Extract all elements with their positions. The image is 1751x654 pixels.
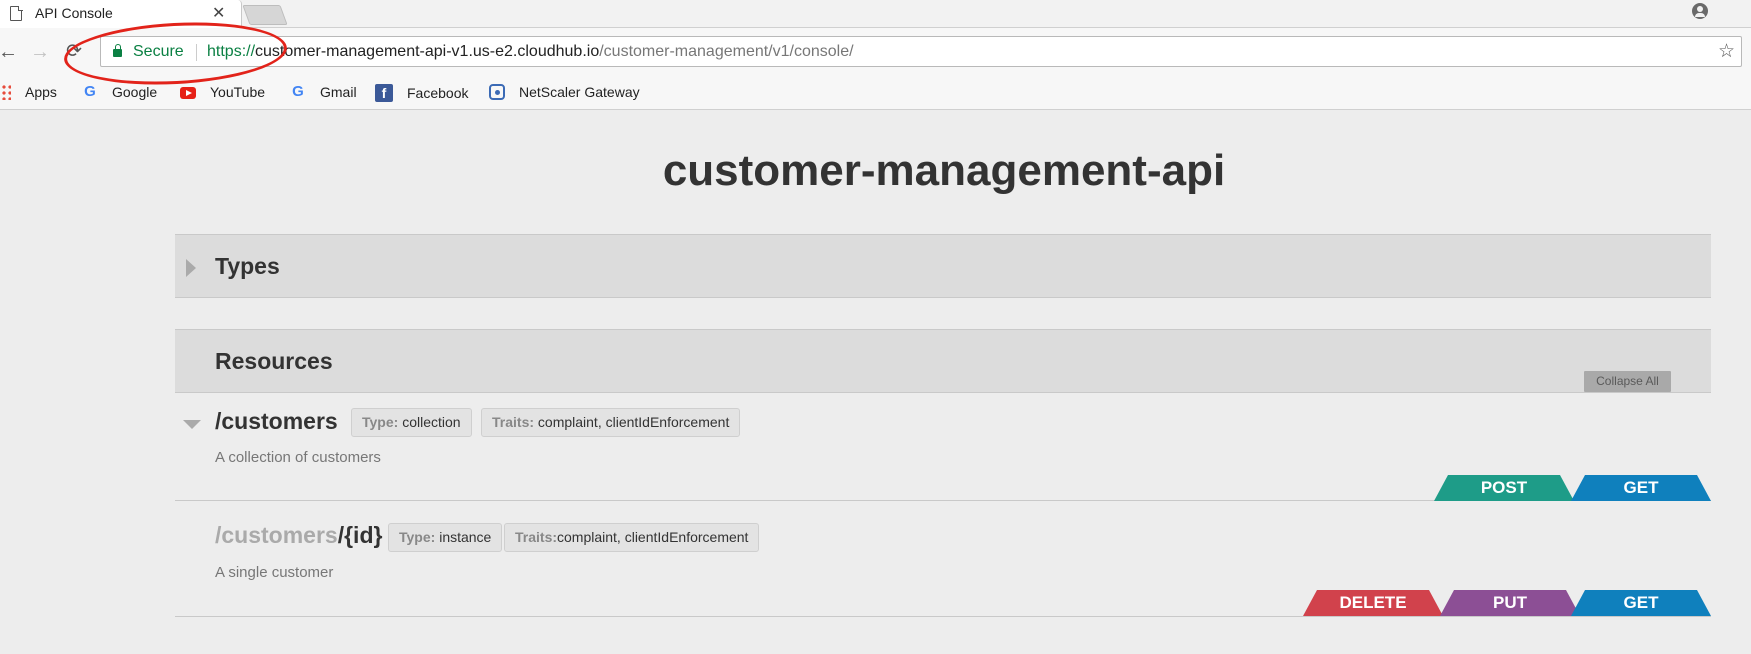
- bookmarks-bar: Apps G Google YouTube G Gmail f Facebook…: [0, 80, 1751, 110]
- document-icon: [10, 5, 23, 21]
- collapse-triangle-icon[interactable]: [183, 420, 201, 429]
- bookmark-google[interactable]: G Google: [82, 83, 158, 101]
- expand-triangle-icon[interactable]: [186, 259, 196, 277]
- method-delete-button[interactable]: DELETE: [1303, 590, 1443, 616]
- close-tab-icon[interactable]: ✕: [212, 3, 225, 23]
- google-icon: G: [292, 83, 304, 100]
- url-host: customer-management-api-v1.us-e2.cloudhu…: [255, 43, 600, 60]
- facebook-icon: f: [375, 84, 393, 102]
- bookmark-youtube[interactable]: YouTube: [180, 84, 265, 100]
- traits-key: Traits:: [515, 529, 558, 545]
- method-get-button[interactable]: GET: [1571, 475, 1711, 501]
- back-arrow-icon[interactable]: ←: [0, 42, 18, 62]
- resource-description: A collection of customers: [215, 449, 381, 466]
- path-segment: /{id}: [337, 522, 383, 548]
- resource-customer-id: /customers/{id} Type: instance Traits:co…: [175, 502, 1711, 617]
- traits-value: complaint, clientIdEnforcement: [557, 529, 749, 545]
- apps-grid-icon: [0, 84, 11, 100]
- method-post-button[interactable]: POST: [1434, 475, 1574, 501]
- traits-key: Traits:: [492, 414, 535, 430]
- youtube-icon: [180, 87, 196, 99]
- type-key: Type:: [362, 414, 399, 430]
- bookmark-label: NetScaler Gateway: [519, 84, 640, 100]
- bookmark-label: YouTube: [210, 84, 266, 100]
- type-badge: Type: collection: [351, 408, 472, 437]
- address-divider: [196, 44, 197, 61]
- tab-title: API Console: [35, 5, 113, 21]
- profile-icon[interactable]: [1692, 3, 1708, 19]
- type-badge: Type: instance: [388, 523, 503, 552]
- path-segment: /customers: [215, 408, 338, 434]
- bookmark-label: Facebook: [407, 85, 469, 101]
- traits-value: complaint, clientIdEnforcement: [537, 414, 730, 430]
- resource-description: A single customer: [215, 564, 334, 581]
- bookmark-star-icon[interactable]: ☆: [1718, 40, 1735, 63]
- bookmark-gmail[interactable]: G Gmail: [290, 83, 357, 101]
- resource-path[interactable]: /customers: [215, 408, 338, 435]
- resources-heading: Resources: [215, 348, 333, 374]
- tab-strip: API Console ✕: [0, 0, 1751, 28]
- resource-path[interactable]: /customers/{id}: [215, 522, 382, 549]
- google-icon: G: [84, 83, 96, 100]
- bookmark-netscaler[interactable]: NetScaler Gateway: [489, 84, 640, 100]
- page-title: customer-management-api: [662, 146, 1226, 195]
- type-value: instance: [439, 529, 492, 545]
- browser-tab[interactable]: API Console ✕: [0, 0, 242, 28]
- netscaler-icon: [489, 84, 505, 100]
- method-put-button[interactable]: PUT: [1440, 590, 1580, 616]
- url-text[interactable]: https://customer-management-api-v1.us-e2…: [207, 43, 854, 61]
- new-tab-button[interactable]: [242, 5, 288, 25]
- resource-customers: /customers Type: collection Traits: comp…: [175, 394, 1711, 501]
- reload-icon[interactable]: ⟳: [66, 42, 82, 62]
- bookmark-facebook[interactable]: f Facebook: [375, 84, 468, 102]
- collapse-all-button[interactable]: Collapse All: [1584, 371, 1671, 392]
- forward-arrow-icon[interactable]: →: [30, 42, 50, 62]
- types-section[interactable]: Types: [175, 234, 1711, 298]
- secure-label[interactable]: Secure: [133, 43, 184, 61]
- type-value: collection: [402, 414, 461, 430]
- address-bar[interactable]: Secure https://customer-management-api-v…: [100, 36, 1742, 67]
- bookmark-apps[interactable]: Apps: [0, 84, 57, 100]
- resources-section: Resources Collapse All: [175, 329, 1711, 393]
- type-key: Type:: [399, 529, 436, 545]
- url-scheme: https://: [207, 43, 256, 60]
- traits-badge: Traits:complaint, clientIdEnforcement: [504, 523, 760, 552]
- url-path: /customer-management/v1/console/: [599, 43, 854, 60]
- browser-toolbar: ← → ⟳ Secure https://customer-management…: [0, 28, 1751, 80]
- method-get-button[interactable]: GET: [1571, 590, 1711, 616]
- bookmark-label: Apps: [25, 84, 57, 100]
- bookmark-label: Gmail: [320, 84, 357, 100]
- lock-icon[interactable]: [113, 44, 122, 57]
- types-heading[interactable]: Types: [215, 253, 280, 280]
- bookmark-label: Google: [112, 84, 158, 100]
- traits-badge: Traits: complaint, clientIdEnforcement: [481, 408, 741, 437]
- path-parent-segment: /customers: [215, 522, 338, 548]
